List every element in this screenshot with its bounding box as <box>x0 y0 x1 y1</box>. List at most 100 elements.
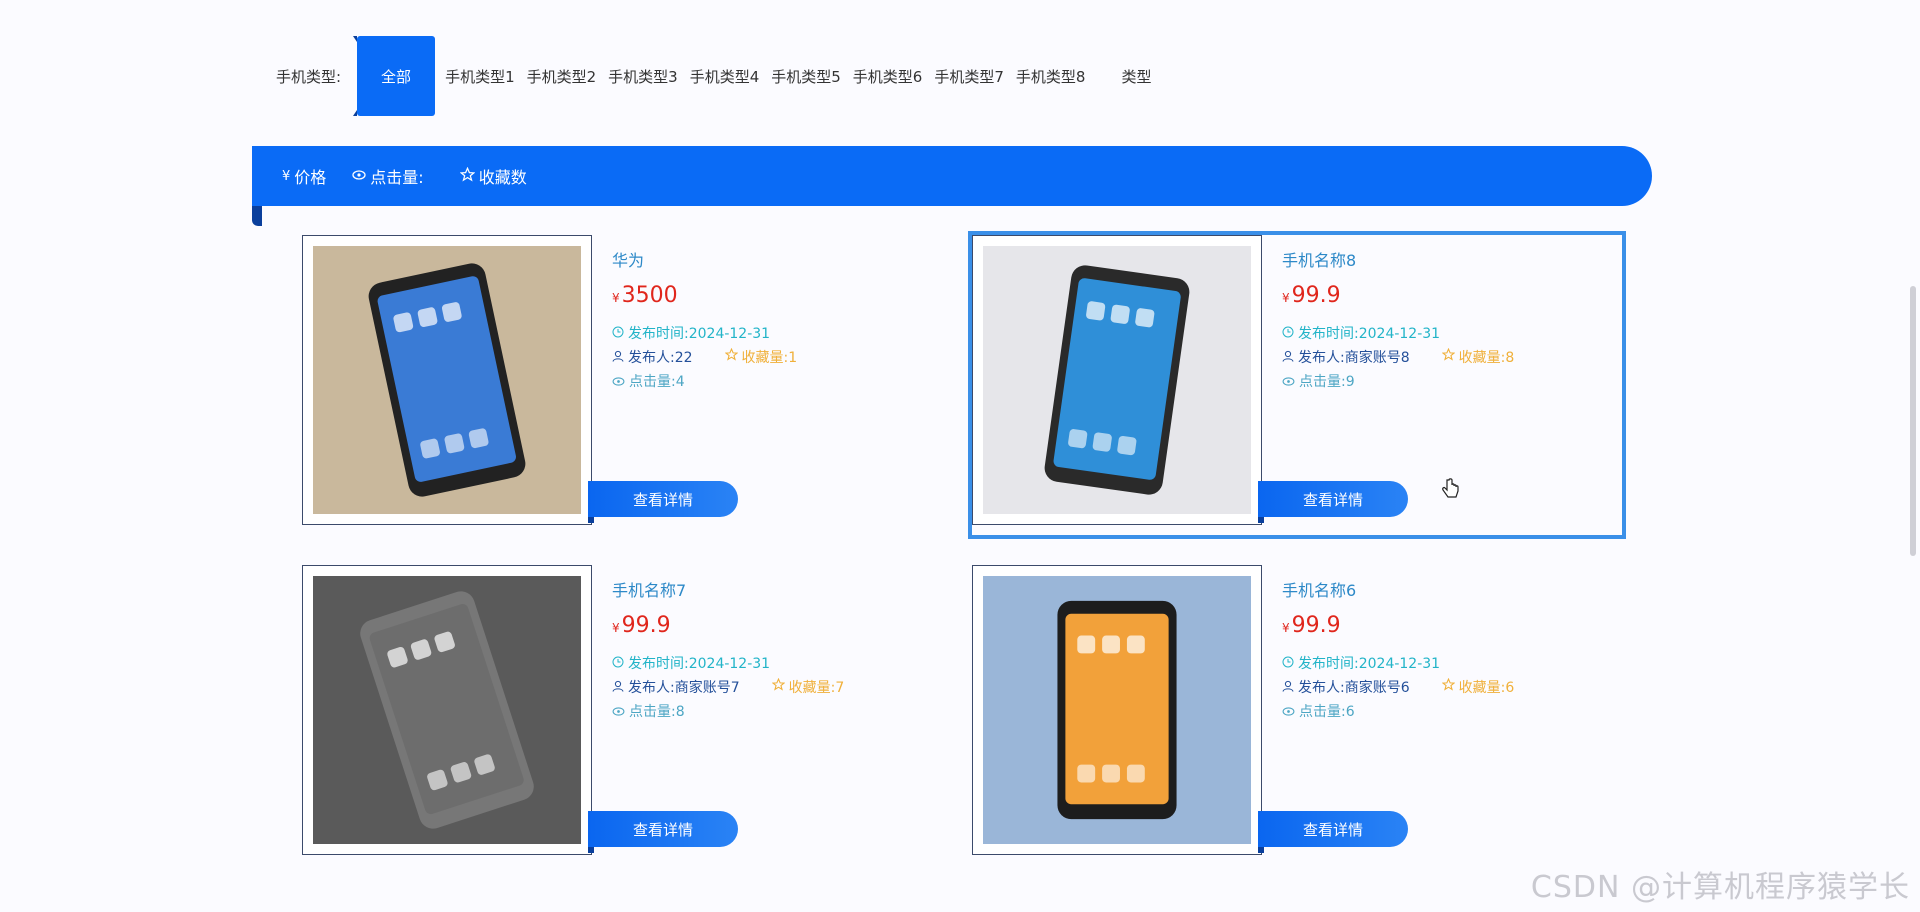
product-price: ¥99.9 <box>1282 283 1514 308</box>
publisher-value: 商家账号8 <box>1344 350 1410 366</box>
eye-icon <box>612 370 625 394</box>
sort-favorites[interactable]: 收藏数 <box>459 164 527 188</box>
favorites-value: 6 <box>1505 680 1515 696</box>
sort-price[interactable]: ¥ 价格 <box>282 164 326 188</box>
user-icon <box>1282 346 1294 370</box>
click-label: 点击量: <box>1299 704 1346 720</box>
filter-type-7[interactable]: 手机类型7 <box>928 66 1010 87</box>
time-value: 2024-12-31 <box>688 656 771 672</box>
yen-sign: ¥ <box>612 621 620 635</box>
product-image[interactable] <box>972 565 1262 855</box>
favorites-value: 7 <box>835 680 845 696</box>
product-info: 手机名称6 ¥99.9 发布时间:2024-12-31 发布人:商家账号6 <box>1282 577 1514 724</box>
favorites-label: 收藏量: <box>1458 350 1506 366</box>
click-value: 6 <box>1345 704 1355 720</box>
star-icon <box>1441 346 1455 370</box>
publisher-value: 22 <box>674 350 693 366</box>
favorites-label: 收藏量: <box>788 680 836 696</box>
time-label: 发布时间: <box>1298 656 1359 672</box>
product-info: 华为 ¥3500 发布时间: 2024-12-31 发布人: 22 收藏量: 1… <box>612 247 797 394</box>
product-image[interactable] <box>302 235 592 525</box>
clock-icon <box>1282 652 1294 676</box>
filter-type-6[interactable]: 手机类型6 <box>847 66 929 87</box>
filter-type-4[interactable]: 手机类型4 <box>684 66 766 87</box>
product-name[interactable]: 手机名称7 <box>612 577 844 601</box>
favorites-label: 收藏量: <box>1458 680 1506 696</box>
eye-icon <box>352 169 366 184</box>
filter-all[interactable]: 全部 <box>353 36 436 116</box>
time-label: 发布时间: <box>1298 326 1359 342</box>
click-count-row: 点击量: 6 <box>1282 700 1514 724</box>
time-value: 2024-12-31 <box>1358 656 1441 672</box>
filter-type-2[interactable]: 手机类型2 <box>521 66 603 87</box>
click-value: 4 <box>675 374 685 390</box>
sort-price-label: 价格 <box>294 168 327 187</box>
time-value: 2024-12-31 <box>688 326 771 342</box>
yen-sign: ¥ <box>612 291 620 305</box>
favorites-label: 收藏量: <box>741 350 789 366</box>
view-details-button[interactable]: 查看详情 <box>1258 811 1408 853</box>
product-card[interactable]: 手机名称6 ¥99.9 发布时间:2024-12-31 发布人:商家账号6 <box>972 565 1622 865</box>
time-value: 2024-12-31 <box>1358 326 1441 342</box>
product-name[interactable]: 华为 <box>612 247 797 271</box>
product-image[interactable] <box>302 565 592 855</box>
click-count-row: 点击量: 8 <box>612 700 844 724</box>
product-name[interactable]: 手机名称6 <box>1282 577 1514 601</box>
phone-image <box>313 576 581 844</box>
star-icon <box>771 676 785 700</box>
publisher-label: 发布人: <box>1298 350 1345 366</box>
filter-type-5[interactable]: 手机类型5 <box>765 66 847 87</box>
phone-image <box>983 246 1251 514</box>
publish-time: 发布时间: 2024-12-31 <box>612 322 797 346</box>
clock-icon <box>1282 322 1294 346</box>
view-details-button[interactable]: 查看详情 <box>588 811 738 853</box>
scrollbar[interactable] <box>1910 286 1916 556</box>
product-image[interactable] <box>972 235 1262 525</box>
publish-time: 发布时间: 2024-12-31 <box>1282 322 1514 346</box>
eye-icon <box>1282 370 1295 394</box>
filter-type-8[interactable]: 手机类型8 <box>1010 66 1092 87</box>
user-icon <box>612 346 624 370</box>
click-label: 点击量: <box>1299 374 1346 390</box>
user-icon <box>612 676 624 700</box>
click-label: 点击量: <box>629 374 676 390</box>
sort-bar: ¥ 价格 点击量: 收藏数 <box>252 146 1652 226</box>
time-label: 发布时间: <box>628 656 689 672</box>
phone-image <box>313 246 581 514</box>
view-details-button[interactable]: 查看详情 <box>588 481 738 523</box>
price-value: 99.9 <box>621 613 671 638</box>
product-name[interactable]: 手机名称8 <box>1282 247 1514 271</box>
publish-time: 发布时间: 2024-12-31 <box>612 652 844 676</box>
publisher-row: 发布人: 商家账号7 收藏量: 7 <box>612 676 844 700</box>
price-value: 99.9 <box>1291 283 1341 308</box>
eye-icon <box>1282 700 1295 724</box>
product-card[interactable]: 手机名称8 ¥99.9 发布时间:2024-12-31 发布人:商家账号8 <box>968 231 1626 539</box>
yen-sign: ¥ <box>1282 621 1290 635</box>
product-price: ¥99.9 <box>612 613 844 638</box>
product-info: 手机名称8 ¥99.9 发布时间:2024-12-31 发布人:商家账号8 <box>1282 247 1514 394</box>
click-label: 点击量: <box>629 704 676 720</box>
click-value: 9 <box>1345 374 1355 390</box>
click-count-row: 点击量: 4 <box>612 370 797 394</box>
filter-type-1[interactable]: 手机类型1 <box>439 66 521 87</box>
view-details-button[interactable]: 查看详情 <box>1258 481 1408 523</box>
category-filter-label: 手机类型: <box>276 67 342 86</box>
yen-icon: ¥ <box>282 168 291 184</box>
time-label: 发布时间: <box>628 326 689 342</box>
filter-type-3[interactable]: 手机类型3 <box>602 66 684 87</box>
sort-favorites-label: 收藏数 <box>478 168 527 187</box>
filter-type-extra[interactable]: 类型 <box>1115 66 1157 87</box>
category-filter-bar: 手机类型: 全部 手机类型1 手机类型2 手机类型3 手机类型4 手机类型5 手… <box>276 36 1157 116</box>
publish-time: 发布时间: 2024-12-31 <box>1282 652 1514 676</box>
product-card[interactable]: 手机名称7 ¥99.9 发布时间:2024-12-31 发布人:商家账号7 <box>302 565 952 865</box>
publisher-label: 发布人: <box>628 350 675 366</box>
publisher-value: 商家账号7 <box>674 680 740 696</box>
sort-clicks[interactable]: 点击量: <box>352 164 424 188</box>
publisher-label: 发布人: <box>1298 680 1345 696</box>
product-price: ¥3500 <box>612 283 797 308</box>
hand-cursor-icon <box>1442 478 1459 498</box>
clock-icon <box>612 652 624 676</box>
star-icon <box>724 346 738 370</box>
publisher-row: 发布人: 商家账号8 收藏量: 8 <box>1282 346 1514 370</box>
product-card[interactable]: 华为 ¥3500 发布时间: 2024-12-31 发布人: 22 收藏量: 1… <box>302 235 952 535</box>
